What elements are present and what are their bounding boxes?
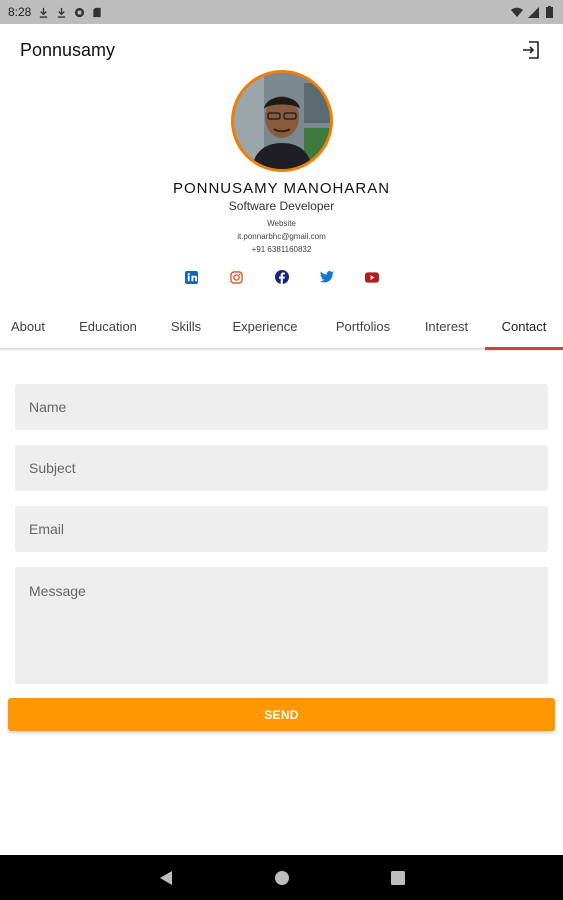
avatar — [231, 70, 333, 172]
youtube-icon[interactable] — [364, 270, 379, 284]
website-link[interactable]: Website — [0, 219, 563, 228]
tab-education[interactable]: Education — [56, 305, 160, 349]
download-icon — [55, 6, 67, 18]
email-link[interactable]: it.ponnarbhc@gmail.com — [0, 232, 563, 241]
facebook-icon[interactable] — [274, 270, 289, 284]
tab-experience[interactable]: Experience — [212, 305, 318, 349]
message-field[interactable]: Message — [15, 567, 548, 684]
tab-label: Experience — [232, 319, 298, 334]
app-title: Ponnusamy — [20, 39, 116, 60]
tab-label: Contact — [501, 319, 547, 334]
app-bar: Ponnusamy — [0, 24, 563, 76]
email-field[interactable]: Email — [15, 506, 548, 552]
linkedin-icon[interactable] — [185, 270, 199, 284]
message-placeholder: Message — [29, 583, 86, 599]
system-nav-bar — [0, 855, 563, 900]
battery-icon — [543, 6, 555, 18]
phone-link[interactable]: +91 6381160832 — [0, 245, 563, 254]
tab-bar: About Education Skills Experience Portfo… — [0, 305, 563, 350]
tab-label: Portfolios — [335, 319, 391, 334]
sim-icon — [91, 6, 103, 18]
profile-name: PONNUSAMY MANOHARAN — [172, 180, 391, 197]
subject-placeholder: Subject — [29, 460, 76, 476]
globe-icon — [73, 6, 85, 18]
status-left: 8:28 — [8, 5, 103, 19]
tab-label: About — [11, 319, 45, 334]
tab-contact[interactable]: Contact — [485, 305, 563, 350]
social-row — [0, 270, 563, 284]
subject-field[interactable]: Subject — [15, 445, 548, 491]
download-icon — [37, 6, 49, 18]
name-field[interactable]: Name — [15, 384, 548, 430]
tab-interest[interactable]: Interest — [408, 305, 485, 349]
tab-skills[interactable]: Skills — [160, 305, 212, 349]
tab-label: Education — [79, 319, 137, 334]
status-bar: 8:28 — [0, 0, 563, 24]
tab-portfolios[interactable]: Portfolios — [318, 305, 408, 349]
send-button[interactable]: SEND — [8, 698, 555, 731]
home-icon[interactable] — [274, 870, 290, 886]
instagram-icon[interactable] — [230, 270, 244, 284]
back-icon[interactable] — [158, 870, 174, 886]
recents-icon[interactable] — [390, 870, 406, 886]
name-placeholder: Name — [29, 399, 67, 415]
twitter-icon[interactable] — [319, 270, 334, 284]
send-label: SEND — [264, 707, 299, 722]
profile-role: Software Developer — [228, 199, 335, 213]
status-right — [511, 6, 555, 18]
status-time: 8:28 — [8, 5, 32, 19]
tab-label: Skills — [170, 319, 202, 334]
wifi-icon — [511, 6, 523, 18]
tab-about[interactable]: About — [0, 305, 56, 349]
email-placeholder: Email — [29, 521, 65, 537]
signal-icon — [527, 6, 539, 18]
tab-label: Interest — [424, 319, 469, 334]
logout-icon[interactable] — [519, 38, 543, 62]
